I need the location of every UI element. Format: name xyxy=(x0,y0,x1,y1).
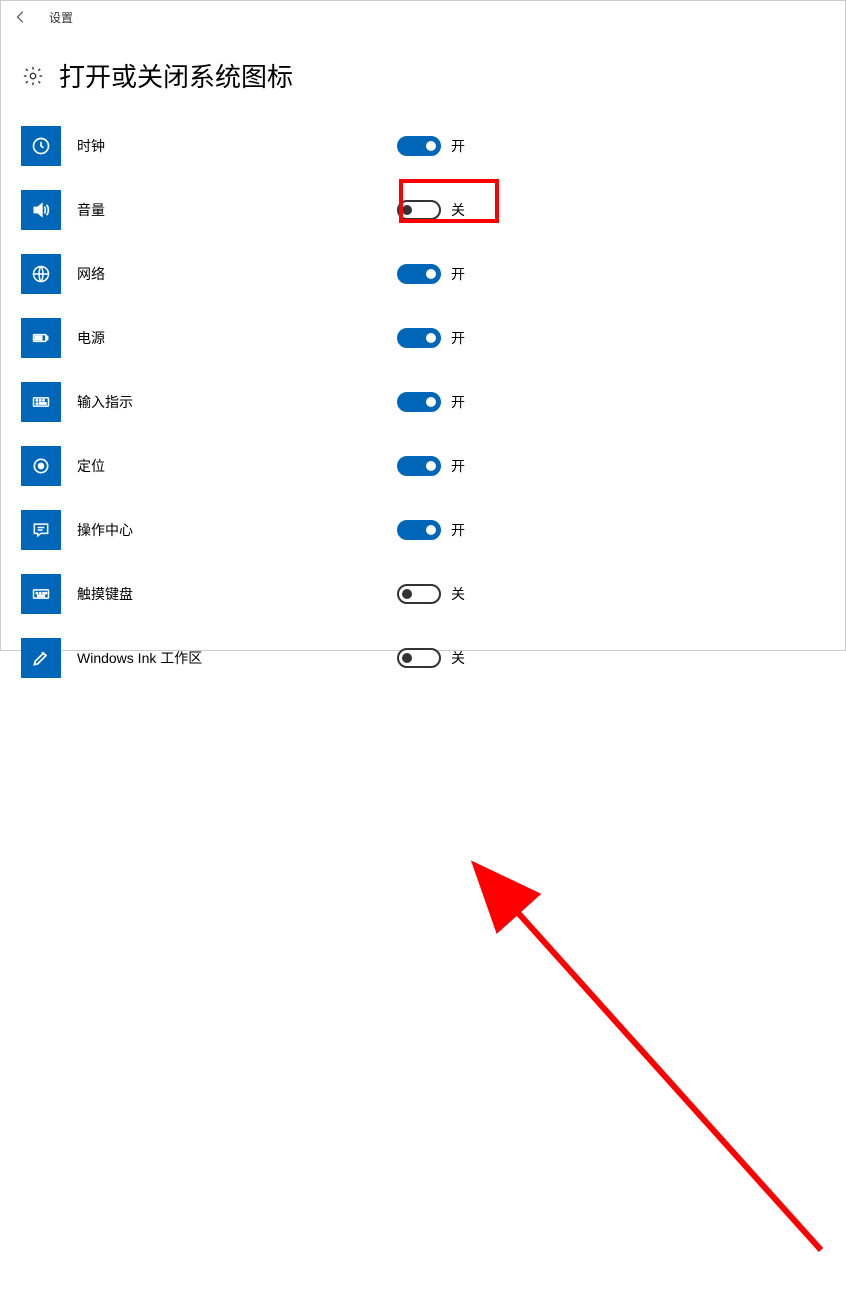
toggle-power[interactable] xyxy=(397,328,441,348)
setting-row-network: 网络 开 xyxy=(21,242,825,306)
toggle-state-label: 开 xyxy=(451,264,465,284)
power-icon xyxy=(21,318,61,358)
toggle-wrap: 开 xyxy=(397,136,465,156)
toggle-state-label: 关 xyxy=(451,200,465,220)
toggle-state-label: 开 xyxy=(451,456,465,476)
toggle-touch-keyboard[interactable] xyxy=(397,584,441,604)
ime-icon xyxy=(21,382,61,422)
toggle-wrap: 关 xyxy=(397,648,465,668)
setting-row-ime: 输入指示 开 xyxy=(21,370,825,434)
touch-keyboard-icon xyxy=(21,574,61,614)
setting-label: 定位 xyxy=(77,456,397,476)
page-title: 打开或关闭系统图标 xyxy=(59,57,293,94)
toggle-state-label: 开 xyxy=(451,328,465,348)
setting-label: 输入指示 xyxy=(77,392,397,412)
toggle-location[interactable] xyxy=(397,456,441,476)
toggle-clock[interactable] xyxy=(397,136,441,156)
toggle-wrap: 开 xyxy=(397,392,465,412)
gear-icon xyxy=(21,64,45,88)
setting-row-clock: 时钟 开 xyxy=(21,114,825,178)
toggle-wrap: 关 xyxy=(397,584,465,604)
header-title: 设置 xyxy=(49,9,73,26)
action-center-icon xyxy=(21,510,61,550)
network-icon xyxy=(21,254,61,294)
toggle-state-label: 关 xyxy=(451,648,465,668)
setting-row-location: 定位 开 xyxy=(21,434,825,498)
toggle-state-label: 开 xyxy=(451,136,465,156)
annotation-arrow xyxy=(1,690,846,1302)
back-button[interactable] xyxy=(9,5,33,29)
toggle-ime[interactable] xyxy=(397,392,441,412)
setting-row-power: 电源 开 xyxy=(21,306,825,370)
toggle-wrap: 开 xyxy=(397,456,465,476)
toggle-wrap: 开 xyxy=(397,264,465,284)
toggle-state-label: 开 xyxy=(451,520,465,540)
setting-row-touch-keyboard: 触摸键盘 关 xyxy=(21,562,825,626)
setting-label: 网络 xyxy=(77,264,397,284)
setting-label: Windows Ink 工作区 xyxy=(77,648,397,668)
toggle-network[interactable] xyxy=(397,264,441,284)
setting-label: 时钟 xyxy=(77,136,397,156)
setting-row-volume: 音量 关 xyxy=(21,178,825,242)
setting-label: 电源 xyxy=(77,328,397,348)
toggle-wrap: 开 xyxy=(397,328,465,348)
toggle-state-label: 开 xyxy=(451,392,465,412)
toggle-ink[interactable] xyxy=(397,648,441,668)
ink-icon xyxy=(21,638,61,678)
toggle-action-center[interactable] xyxy=(397,520,441,540)
volume-icon xyxy=(21,190,61,230)
toggle-state-label: 关 xyxy=(451,584,465,604)
clock-icon xyxy=(21,126,61,166)
setting-label: 触摸键盘 xyxy=(77,584,397,604)
setting-label: 操作中心 xyxy=(77,520,397,540)
location-icon xyxy=(21,446,61,486)
toggle-wrap: 关 xyxy=(397,200,465,220)
toggle-wrap: 开 xyxy=(397,520,465,540)
setting-row-ink: Windows Ink 工作区 关 xyxy=(21,626,825,690)
toggle-volume[interactable] xyxy=(397,200,441,220)
setting-label: 音量 xyxy=(77,200,397,220)
setting-row-action-center: 操作中心 开 xyxy=(21,498,825,562)
